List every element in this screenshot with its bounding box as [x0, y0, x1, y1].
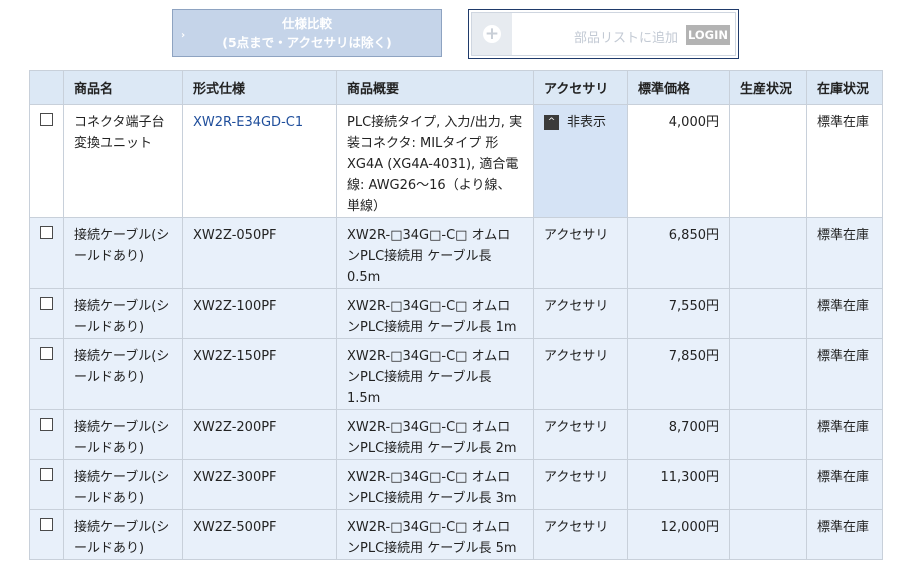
table-row: 接続ケーブル(シールドあり) XW2Z-150PF XW2R-□34G□-C□ … — [29, 338, 883, 410]
standard-price: 12,000円 — [627, 509, 730, 560]
model: XW2Z-500PF — [182, 509, 337, 560]
standard-price: 8,700円 — [627, 409, 730, 460]
product-name: 接続ケーブル(シールドあり) — [63, 288, 183, 339]
product-summary: XW2R-□34G□-C□ オムロンPLC接続用 ケーブル長 1m — [336, 288, 534, 339]
row-checkbox-cell — [29, 288, 64, 339]
row-checkbox[interactable] — [40, 226, 53, 239]
row-checkbox-cell — [29, 217, 64, 289]
standard-price: 4,000円 — [627, 104, 730, 218]
production-status — [729, 338, 807, 410]
standard-price: 11,300円 — [627, 459, 730, 510]
product-summary: XW2R-□34G□-C□ オムロンPLC接続用 ケーブル長 5m — [336, 509, 534, 560]
production-status — [729, 104, 807, 218]
row-checkbox[interactable] — [40, 468, 53, 481]
row-checkbox-cell — [29, 104, 64, 218]
model: XW2Z-100PF — [182, 288, 337, 339]
row-checkbox[interactable] — [40, 113, 53, 126]
accessory-label: アクセサリ — [533, 409, 628, 460]
header-model: 形式仕様 — [182, 70, 337, 105]
model: XW2Z-300PF — [182, 459, 337, 510]
stock-status: 標準在庫 — [806, 288, 883, 339]
stock-status: 標準在庫 — [806, 509, 883, 560]
product-name: 接続ケーブル(シールドあり) — [63, 509, 183, 560]
row-checkbox-cell — [29, 409, 64, 460]
product-name: コネクタ端子台変換ユニット — [63, 104, 183, 218]
accessory-label: アクセサリ — [533, 288, 628, 339]
product-summary: XW2R-□34G□-C□ オムロンPLC接続用 ケーブル長 3m — [336, 459, 534, 510]
stock-status: 標準在庫 — [806, 217, 883, 289]
model: XW2Z-200PF — [182, 409, 337, 460]
table-row: 接続ケーブル(シールドあり) XW2Z-200PF XW2R-□34G□-C□ … — [29, 409, 883, 460]
product-summary: XW2R-□34G□-C□ オムロンPLC接続用 ケーブル長 1.5m — [336, 338, 534, 410]
product-name: 接続ケーブル(シールドあり) — [63, 338, 183, 410]
header-production: 生産状況 — [729, 70, 807, 105]
product-summary: XW2R-□34G□-C□ オムロンPLC接続用 ケーブル長 0.5m — [336, 217, 534, 289]
standard-price: 6,850円 — [627, 217, 730, 289]
model: XW2Z-050PF — [182, 217, 337, 289]
spec-compare-sublabel: (5点まで・アクセサリは除く) — [222, 35, 392, 50]
table-row: 接続ケーブル(シールドあり) XW2Z-050PF XW2R-□34G□-C□ … — [29, 217, 883, 289]
add-to-parts-list-label: 部品リストに追加 — [574, 31, 679, 46]
production-status — [729, 217, 807, 289]
model: XW2Z-150PF — [182, 338, 337, 410]
stock-status: 標準在庫 — [806, 104, 883, 218]
row-checkbox-cell — [29, 338, 64, 410]
product-name: 接続ケーブル(シールドあり) — [63, 409, 183, 460]
product-name: 接続ケーブル(シールドあり) — [63, 217, 183, 289]
header-summary: 商品概要 — [336, 70, 534, 105]
product-summary: PLC接続タイプ, 入力/出力, 実装コネクタ: MILタイプ 形XG4A (X… — [336, 104, 534, 218]
plus-circle-icon: + — [483, 24, 501, 44]
plus-tab: + — [472, 13, 512, 55]
row-checkbox[interactable] — [40, 518, 53, 531]
product-table: 商品名 形式仕様 商品概要 アクセサリ 標準価格 生産状況 在庫状況 コネクタ端… — [29, 70, 883, 560]
stock-status: 標準在庫 — [806, 338, 883, 410]
table-row: 接続ケーブル(シールドあり) XW2Z-100PF XW2R-□34G□-C□ … — [29, 288, 883, 339]
accessory-hide-toggle[interactable]: ^ 非表示 — [544, 112, 617, 133]
header-price: 標準価格 — [627, 70, 730, 105]
toolbar: › 仕様比較 (5点まで・アクセサリは除く) + 部品リストに追加 LOGIN — [0, 0, 916, 70]
header-product-name: 商品名 — [63, 70, 183, 105]
accessory-label: アクセサリ — [533, 509, 628, 560]
row-checkbox[interactable] — [40, 418, 53, 431]
standard-price: 7,550円 — [627, 288, 730, 339]
accessory-cell: ^ 非表示 — [533, 104, 628, 218]
model-link[interactable]: XW2R-E34GD-C1 — [193, 115, 303, 130]
add-to-parts-list-inner: + 部品リストに追加 LOGIN — [471, 12, 736, 56]
header-stock: 在庫状況 — [806, 70, 883, 105]
accessory-hide-label: 非表示 — [567, 115, 607, 130]
accessory-label: アクセサリ — [533, 338, 628, 410]
table-header-row: 商品名 形式仕様 商品概要 アクセサリ 標準価格 生産状況 在庫状況 — [29, 70, 883, 105]
table-row: 接続ケーブル(シールドあり) XW2Z-500PF XW2R-□34G□-C□ … — [29, 509, 883, 560]
production-status — [729, 288, 807, 339]
header-accessory: アクセサリ — [533, 70, 628, 105]
accessory-label: アクセサリ — [533, 459, 628, 510]
row-checkbox-cell — [29, 459, 64, 510]
production-status — [729, 459, 807, 510]
caret-up-icon: ^ — [544, 115, 559, 130]
stock-status: 標準在庫 — [806, 409, 883, 460]
login-badge[interactable]: LOGIN — [686, 25, 730, 45]
chevron-right-icon: › — [181, 30, 186, 41]
stock-status: 標準在庫 — [806, 459, 883, 510]
add-to-parts-list-button[interactable]: + 部品リストに追加 LOGIN — [468, 9, 739, 59]
model-link-cell: XW2R-E34GD-C1 — [182, 104, 337, 218]
production-status — [729, 509, 807, 560]
spec-compare-button[interactable]: › 仕様比較 (5点まで・アクセサリは除く) — [172, 9, 442, 57]
product-summary: XW2R-□34G□-C□ オムロンPLC接続用 ケーブル長 2m — [336, 409, 534, 460]
row-checkbox-cell — [29, 509, 64, 560]
table-row-main: コネクタ端子台変換ユニット XW2R-E34GD-C1 PLC接続タイプ, 入力… — [29, 104, 883, 218]
table-row: 接続ケーブル(シールドあり) XW2Z-300PF XW2R-□34G□-C□ … — [29, 459, 883, 510]
standard-price: 7,850円 — [627, 338, 730, 410]
header-checkbox-col — [29, 70, 64, 105]
spec-compare-label: 仕様比較 — [281, 16, 332, 31]
row-checkbox[interactable] — [40, 297, 53, 310]
row-checkbox[interactable] — [40, 347, 53, 360]
product-name: 接続ケーブル(シールドあり) — [63, 459, 183, 510]
accessory-label: アクセサリ — [533, 217, 628, 289]
production-status — [729, 409, 807, 460]
